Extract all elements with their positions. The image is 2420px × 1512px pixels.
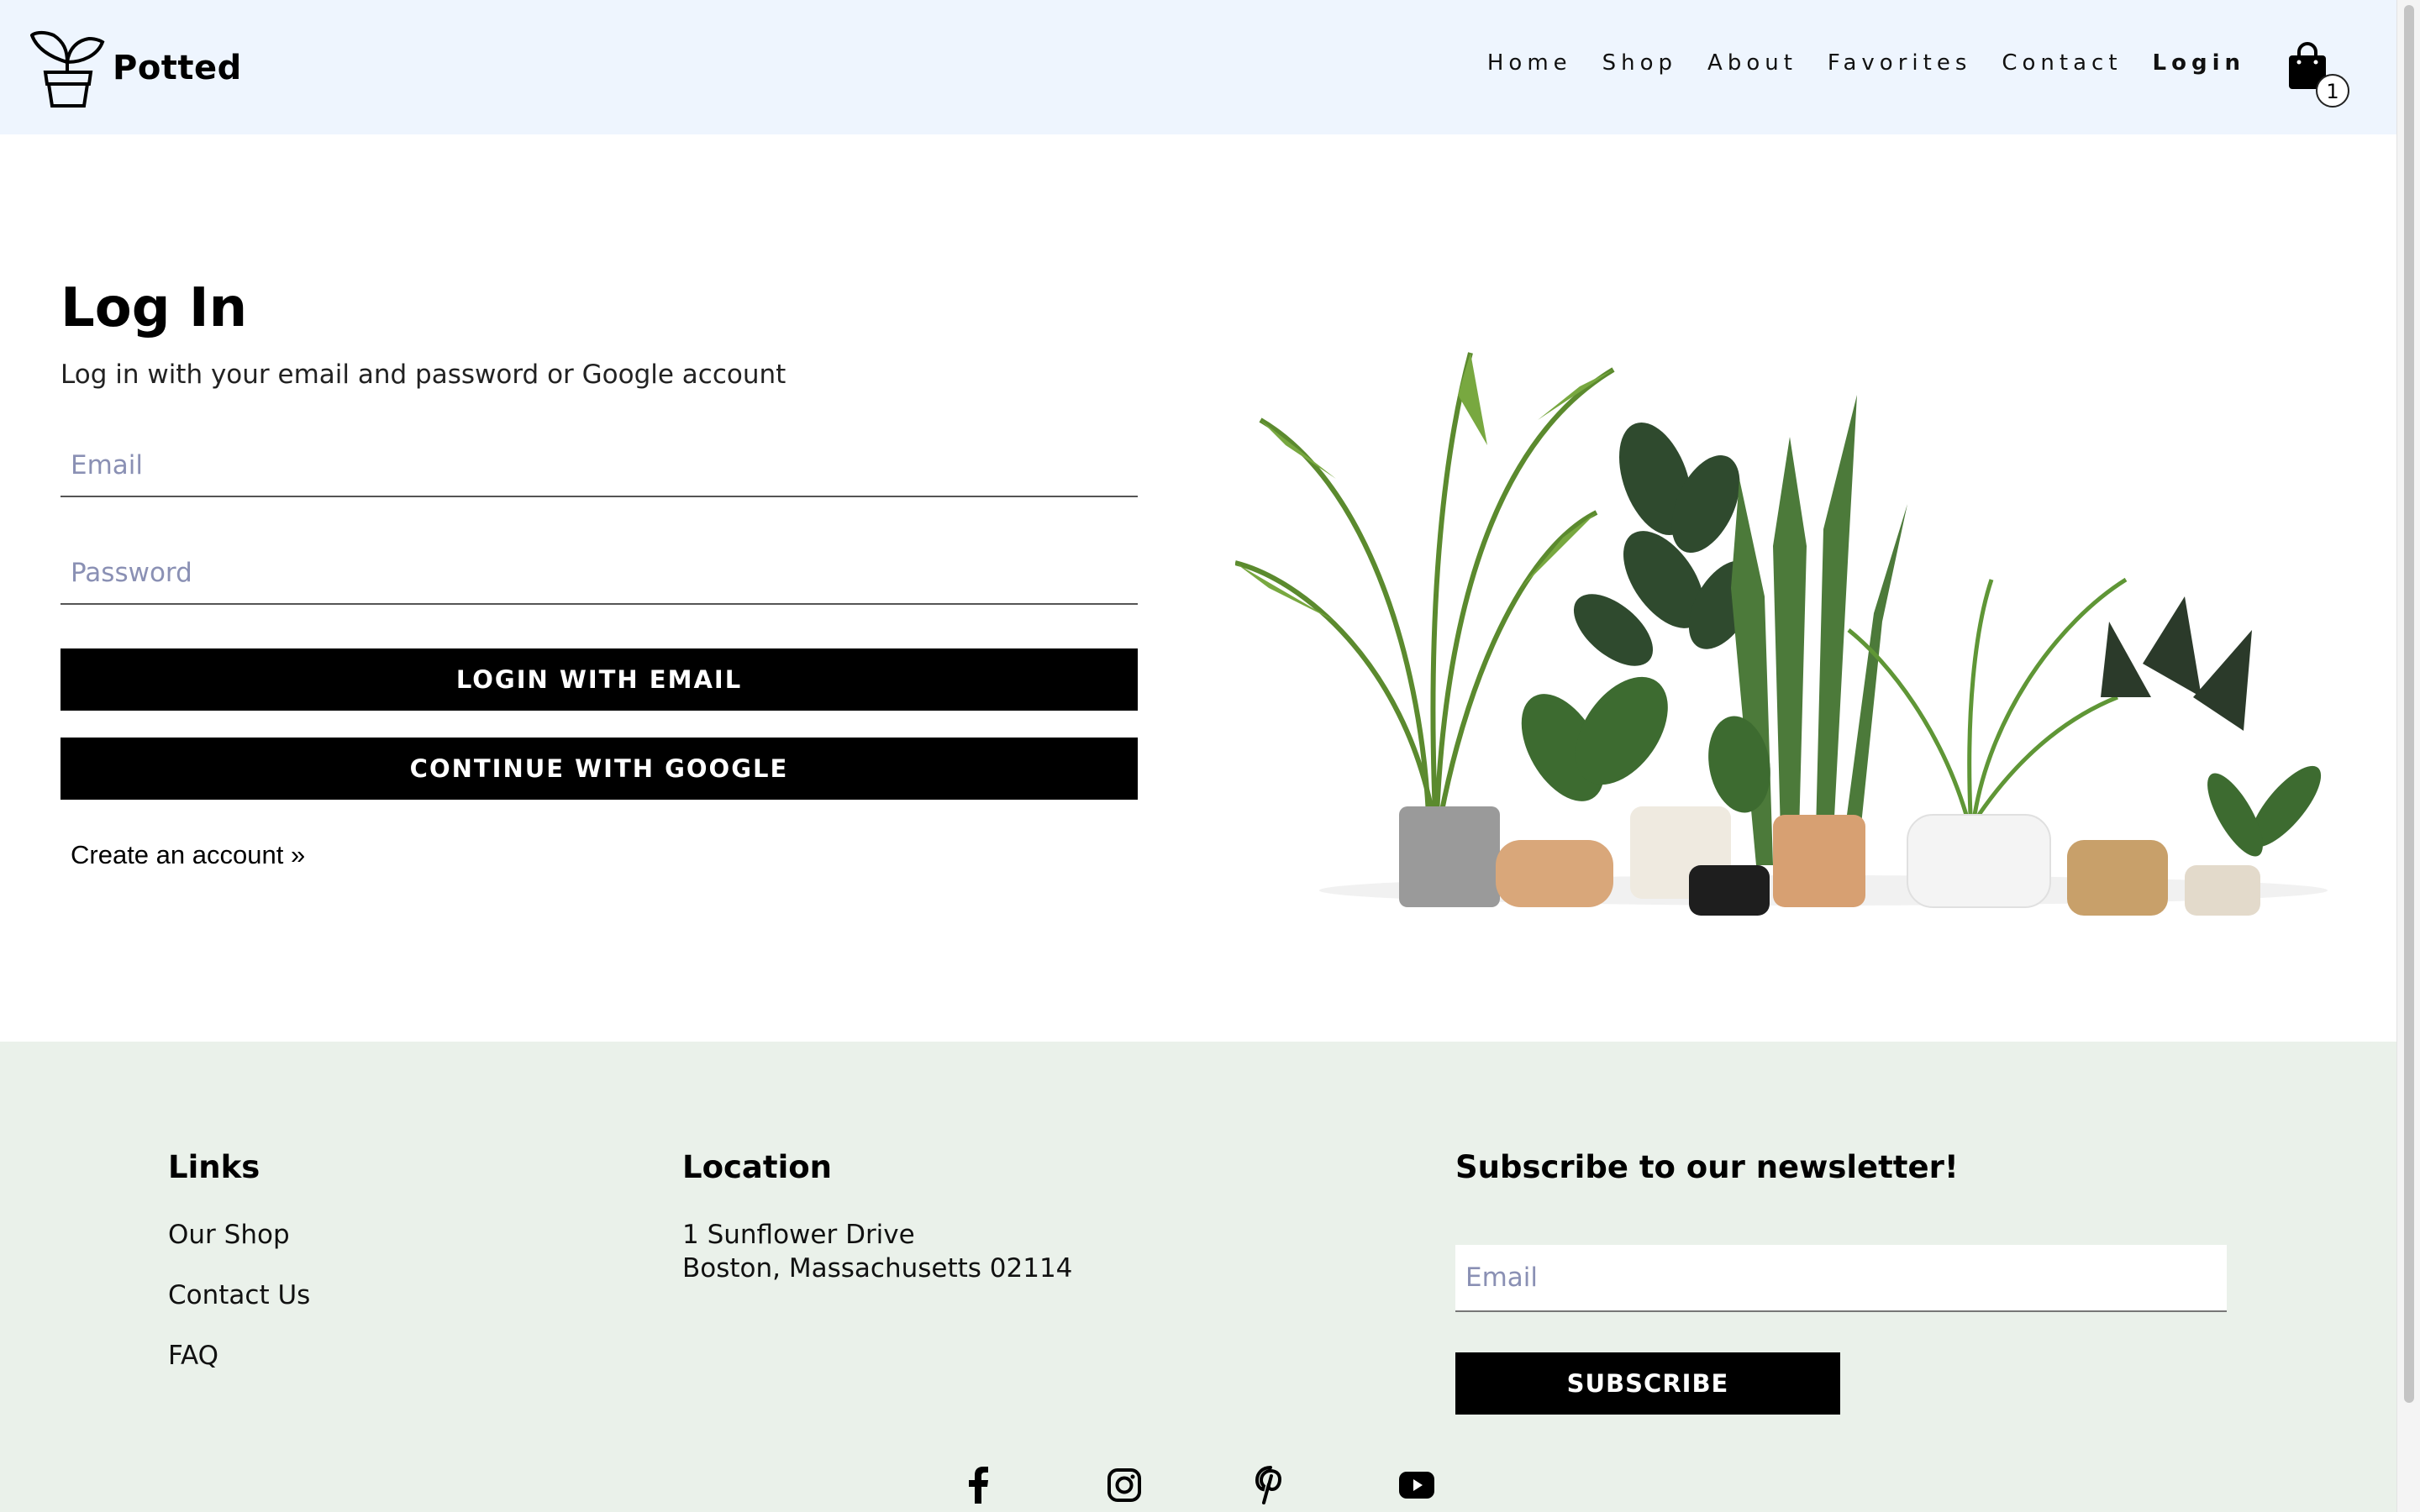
- brand-name: Potted: [113, 49, 242, 87]
- address-line-1: 1 Sunflower Drive: [682, 1220, 915, 1250]
- footer-location-heading: Location: [682, 1149, 833, 1185]
- nav-item-shop[interactable]: Shop: [1602, 50, 1677, 76]
- facebook-icon[interactable]: [955, 1462, 1002, 1509]
- nav-item-contact[interactable]: Contact: [2002, 50, 2122, 76]
- create-account-link[interactable]: Create an account »: [71, 840, 305, 870]
- potted-plants-image: [1235, 352, 2328, 916]
- newsletter-email-input[interactable]: [1455, 1245, 2227, 1312]
- footer-link-our-shop[interactable]: Our Shop: [168, 1220, 290, 1250]
- pinterest-icon[interactable]: [1247, 1462, 1294, 1509]
- page-scrollbar[interactable]: [2396, 0, 2420, 1512]
- nav-item-login[interactable]: Login: [2153, 50, 2245, 76]
- main-nav: Home Shop About Favorites Contact Login: [1487, 50, 2245, 76]
- page-subtitle: Log in with your email and password or G…: [60, 360, 786, 390]
- password-input[interactable]: [60, 543, 1138, 605]
- cart-button[interactable]: 1: [2287, 42, 2349, 111]
- site-header: Potted Home Shop About Favorites Contact…: [0, 0, 2396, 134]
- newsletter-heading: Subscribe to our newsletter!: [1455, 1149, 1959, 1185]
- subscribe-button[interactable]: SUBSCRIBE: [1455, 1352, 1840, 1415]
- youtube-icon[interactable]: [1393, 1462, 1440, 1509]
- continue-with-google-button[interactable]: CONTINUE WITH GOOGLE: [60, 738, 1138, 800]
- scrollbar-thumb[interactable]: [2404, 5, 2414, 1403]
- brand-logo[interactable]: Potted: [30, 29, 242, 108]
- page-title: Log In: [60, 277, 248, 339]
- instagram-icon[interactable]: [1101, 1462, 1148, 1509]
- plant-pot-logo-icon: [30, 30, 105, 108]
- nav-item-home[interactable]: Home: [1487, 50, 1572, 76]
- login-with-email-button[interactable]: LOGIN WITH EMAIL: [60, 648, 1138, 711]
- address-line-2: Boston, Massachusetts 02114: [682, 1253, 1073, 1284]
- footer-link-faq[interactable]: FAQ: [168, 1341, 218, 1371]
- footer-links-heading: Links: [168, 1149, 260, 1185]
- footer-link-contact-us[interactable]: Contact Us: [168, 1280, 310, 1310]
- nav-item-favorites[interactable]: Favorites: [1828, 50, 1971, 76]
- nav-item-about[interactable]: About: [1707, 50, 1797, 76]
- login-section: Log In Log in with your email and passwo…: [0, 134, 2396, 1042]
- email-input[interactable]: [60, 435, 1138, 497]
- site-footer: Links Our Shop Contact Us FAQ Location 1…: [0, 1042, 2396, 1512]
- cart-count-badge: 1: [2316, 74, 2349, 108]
